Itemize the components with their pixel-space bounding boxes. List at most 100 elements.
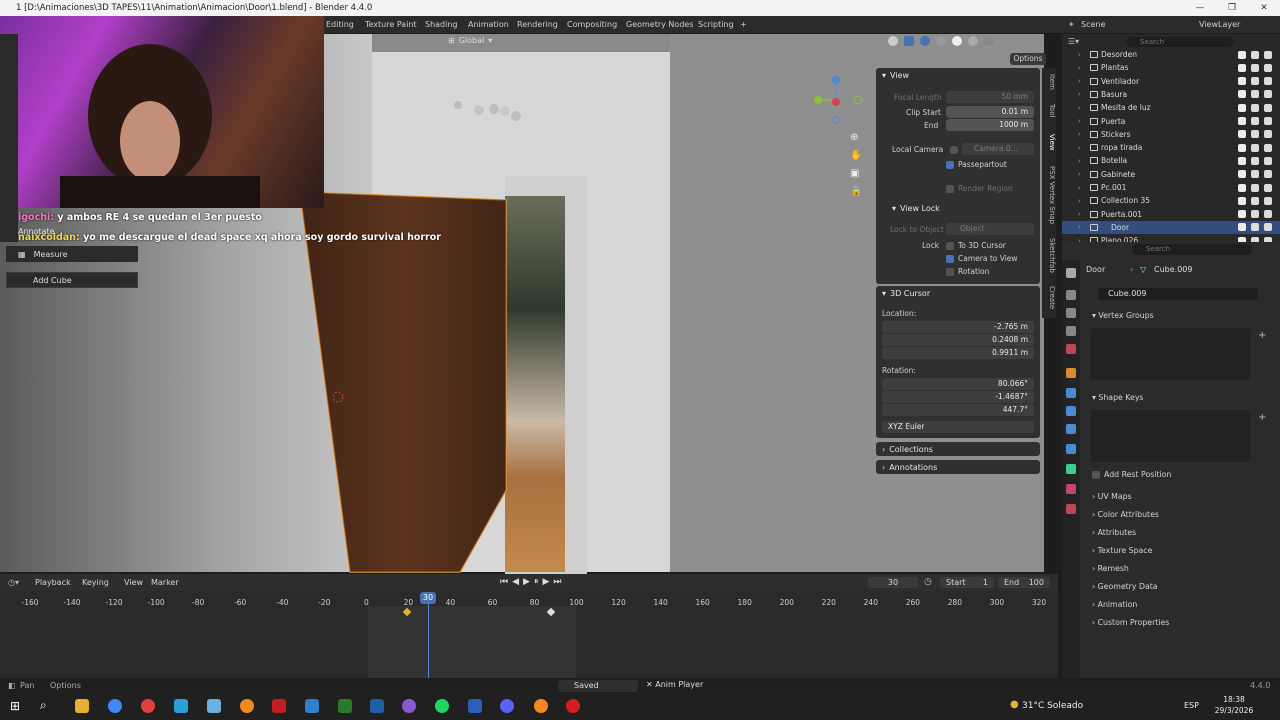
add-vertex-group-icon[interactable]: + [1258,330,1266,341]
cursor-loc-z[interactable]: 0.9911 m [882,347,1034,359]
tool-add-cube[interactable]: Add Cube [6,272,138,288]
render-camera-icon[interactable] [1264,143,1272,152]
properties-section-header[interactable]: › Remesh [1092,564,1129,573]
xray-icon[interactable] [920,36,930,46]
blender2-icon[interactable] [534,699,548,713]
hand-pan-icon[interactable]: ✋ [850,150,862,161]
outliner-row[interactable]: › Stickers [1062,128,1280,141]
view-layer-tab-icon[interactable] [1066,326,1076,336]
cursor-loc-y[interactable]: 0.2408 m [882,334,1034,346]
output-tab-icon[interactable] [1066,308,1076,318]
particles-tab-icon[interactable] [1066,406,1076,416]
marker-menu[interactable]: Marker [151,578,179,587]
render-camera-icon[interactable] [1264,130,1272,139]
properties-section-header[interactable]: › Texture Space [1092,546,1152,555]
language-indicator[interactable]: ESP [1184,701,1199,710]
vertex-groups-list[interactable] [1090,328,1250,380]
collections-panel-header[interactable]: › Collections [876,442,1040,456]
render-region-checkbox[interactable]: Render Region [946,184,1013,193]
playback-controls[interactable]: ⏮◀▶⏸▶⏭ [500,577,565,587]
outliner-row[interactable]: › Ventilador [1062,75,1280,88]
render-camera-icon[interactable] [1264,223,1272,232]
add-shape-key-icon[interactable]: + [1258,412,1266,423]
outliner-row[interactable]: › Puerta [1062,115,1280,128]
close-button[interactable]: ✕ [1248,0,1280,16]
discord-icon[interactable] [500,699,514,713]
tab-item[interactable]: Item [1044,74,1056,90]
tab-tool[interactable]: Tool [1044,104,1056,118]
overlay-icon[interactable] [888,36,898,46]
scene-selector[interactable]: Scene [1081,20,1105,29]
constraints-tab-icon[interactable] [1066,444,1076,454]
tab-animation[interactable]: Animation [468,20,509,29]
keying-menu[interactable]: Keying [82,578,109,587]
disclosure-triangle-icon[interactable]: › [1078,197,1081,205]
clip-start-field[interactable]: 0.01 m [946,106,1034,118]
render-camera-icon[interactable] [1264,196,1272,205]
clock-time[interactable]: 18:38 [1214,695,1254,704]
tab-texture-paint[interactable]: Texture Paint [365,20,417,29]
solid-shading-icon[interactable] [952,36,962,46]
outliner-row[interactable]: › Mesita de luz [1062,101,1280,114]
visibility-eye-icon[interactable] [1251,223,1259,232]
disclosure-triangle-icon[interactable]: › [1078,64,1081,72]
playback-menu[interactable]: Playback [35,578,71,587]
scene-tab-icon[interactable] [1066,344,1076,354]
lock-to-3d-cursor-checkbox[interactable]: To 3D Cursor [946,241,1006,250]
disclosure-triangle-icon[interactable]: › [1078,104,1081,112]
properties-search-input[interactable]: Search [1132,244,1252,255]
modifiers-tab-icon[interactable] [1066,388,1076,398]
rendered-shading-icon[interactable] [984,36,994,46]
render-camera-icon[interactable] [1264,50,1272,59]
painter-icon[interactable] [338,699,352,713]
mesh-data-tab-icon[interactable] [1066,464,1076,474]
visibility-eye-icon[interactable] [1251,63,1259,72]
options-button[interactable]: Options [1010,53,1046,65]
physics-tab-icon[interactable] [1066,424,1076,434]
exclude-checkbox[interactable] [1238,143,1246,152]
disclosure-triangle-icon[interactable]: › [1078,117,1081,125]
properties-section-header[interactable]: › Attributes [1092,528,1136,537]
outliner-editor-icon[interactable]: ☰▾ [1068,37,1079,46]
exclude-checkbox[interactable] [1238,130,1246,139]
properties-section-header[interactable]: › Animation [1092,600,1137,609]
tab-view[interactable]: View [1044,134,1056,151]
exclude-checkbox[interactable] [1238,156,1246,165]
word-icon[interactable] [468,699,482,713]
tab-compositing[interactable]: Compositing [567,20,617,29]
render-camera-icon[interactable] [1264,183,1272,192]
exclude-checkbox[interactable] [1238,223,1246,232]
mesh-datablock-field[interactable]: Cube.009 [1098,288,1258,300]
opera-icon[interactable] [141,699,155,713]
object-tab-icon[interactable] [1066,368,1076,378]
visibility-eye-icon[interactable] [1251,130,1259,139]
annotations-panel-header[interactable]: › Annotations [876,460,1040,474]
exclude-checkbox[interactable] [1238,183,1246,192]
tool-tab-icon[interactable] [1066,268,1076,278]
outliner-row[interactable]: › Puerta.001 [1062,208,1280,221]
tab-psx-vertex-snap[interactable]: PSX Vertex Snap [1044,166,1056,224]
gizmo-icon[interactable] [904,36,914,46]
disclosure-triangle-icon[interactable]: › [1078,90,1081,98]
timeline-editor-icon[interactable]: ◷▾ [8,578,19,587]
disclosure-triangle-icon[interactable]: › [1078,223,1081,231]
view-lock-header[interactable]: ▾ View Lock [886,201,940,215]
cursor-rot-z[interactable]: 447.7° [882,404,1034,416]
disclosure-triangle-icon[interactable]: › [1078,130,1081,138]
tab-geometry-nodes[interactable]: Geometry Nodes [626,20,693,29]
obs-icon[interactable] [566,699,580,713]
tab-scripting[interactable]: Scripting [698,20,734,29]
add-workspace-button[interactable]: + [740,20,747,29]
tool-annotate[interactable]: Annotate [6,223,138,239]
exclude-checkbox[interactable] [1238,77,1246,86]
properties-section-header[interactable]: › Color Attributes [1092,510,1159,519]
render-camera-icon[interactable] [1264,156,1272,165]
disclosure-triangle-icon[interactable]: › [1078,77,1081,85]
visibility-eye-icon[interactable] [1251,196,1259,205]
clip-end-field[interactable]: 1000 m [946,119,1034,131]
render-camera-icon[interactable] [1264,63,1272,72]
visibility-eye-icon[interactable] [1251,50,1259,59]
outliner-row[interactable]: › Plano.026 [1062,234,1280,242]
exclude-checkbox[interactable] [1238,63,1246,72]
spotify-icon[interactable] [435,699,449,713]
